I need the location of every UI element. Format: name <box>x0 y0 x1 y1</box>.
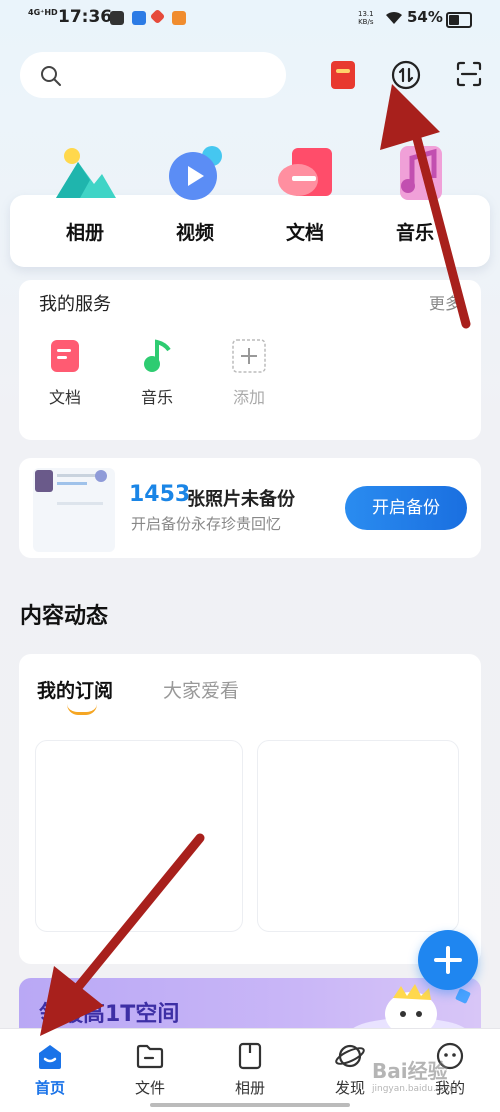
category-label: 文档 <box>285 222 324 244</box>
status-time: 17:36 <box>58 7 113 27</box>
category-label: 相册 <box>65 222 104 244</box>
my-services-card: 我的服务 更多 文档 音乐 添加 <box>19 280 481 440</box>
service-label: 添加 <box>232 388 265 407</box>
nav-album[interactable]: 相册 <box>215 1041 285 1098</box>
notification-app-icon <box>149 8 166 25</box>
battery-icon <box>446 12 472 28</box>
service-label: 文档 <box>48 388 81 407</box>
planet-icon <box>335 1041 365 1071</box>
speed-unit: KB/s <box>358 18 374 26</box>
feed-card[interactable] <box>257 740 459 932</box>
music-icon <box>380 140 450 210</box>
video-icon <box>160 140 230 210</box>
active-tab-indicator <box>67 704 97 715</box>
add-icon <box>231 338 267 374</box>
wifi-icon <box>386 11 402 24</box>
watermark: Bai经验 jingyan.baidu.com <box>372 1055 455 1094</box>
home-icon <box>35 1041 65 1071</box>
album-icon <box>235 1041 265 1071</box>
music-icon <box>139 338 175 374</box>
feed-card[interactable] <box>35 740 243 932</box>
notification-app-icon <box>132 11 146 25</box>
category-document[interactable]: 文档 <box>260 140 350 245</box>
search-input[interactable] <box>20 52 286 98</box>
add-fab-button[interactable] <box>418 930 478 990</box>
content-feed-card: 我的订阅 大家爱看 <box>19 654 481 964</box>
folder-icon <box>135 1041 165 1071</box>
category-music[interactable]: 音乐 <box>370 140 460 245</box>
service-music[interactable]: 音乐 <box>127 338 187 408</box>
transfer-icon[interactable] <box>391 60 421 90</box>
plus-icon <box>434 946 462 974</box>
unbacked-photo-count: 1453 <box>129 482 191 507</box>
category-label: 音乐 <box>395 222 434 244</box>
network-indicator: 4G⁺HD <box>28 8 58 17</box>
document-icon <box>270 140 340 210</box>
backup-subtitle: 开启备份永存珍贵回忆 <box>131 515 282 533</box>
watermark-sub: jingyan.baidu.com <box>372 1084 456 1094</box>
status-bar: 4G⁺HD 17:36 13.1 KB/s 54% <box>0 0 500 38</box>
network-speed: 13.1 KB/s <box>358 10 374 26</box>
category-video[interactable]: 视频 <box>150 140 240 245</box>
battery-percent: 54% <box>407 8 443 26</box>
document-icon <box>47 338 83 374</box>
promo-text: 领最高1T空间 <box>39 1002 180 1027</box>
speed-value: 13.1 <box>358 10 374 18</box>
services-title: 我的服务 <box>39 294 111 315</box>
nav-files[interactable]: 文件 <box>115 1041 185 1098</box>
unbacked-label: 张照片未备份 <box>187 489 295 510</box>
search-icon <box>41 66 61 86</box>
service-add[interactable]: 添加 <box>219 338 279 408</box>
photo-album-icon <box>50 140 120 210</box>
tab-my-subscriptions[interactable]: 我的订阅 <box>37 676 113 703</box>
service-label: 音乐 <box>140 388 173 407</box>
nav-home[interactable]: 首页 <box>15 1041 85 1098</box>
enable-backup-button[interactable]: 开启备份 <box>345 486 467 530</box>
backup-card: 1453 张照片未备份 开启备份永存珍贵回忆 开启备份 <box>19 458 481 558</box>
service-document[interactable]: 文档 <box>35 338 95 408</box>
services-more-link[interactable]: 更多 <box>429 290 461 314</box>
red-packet-icon[interactable] <box>331 61 355 89</box>
notification-app-icon <box>110 11 124 25</box>
content-section-title: 内容动态 <box>20 604 109 629</box>
nav-label: 首页 <box>34 1079 65 1097</box>
category-label: 视频 <box>175 222 214 244</box>
watermark-text: Bai经验 <box>372 1059 448 1083</box>
home-indicator <box>150 1103 350 1107</box>
category-photo-album[interactable]: 相册 <box>40 140 130 245</box>
nav-label: 文件 <box>134 1079 165 1097</box>
tab-popular[interactable]: 大家爱看 <box>163 676 239 703</box>
notification-app-icon <box>172 11 186 25</box>
backup-thumbnail <box>33 468 115 552</box>
scan-icon[interactable] <box>455 60 483 88</box>
nav-label: 相册 <box>234 1079 265 1097</box>
